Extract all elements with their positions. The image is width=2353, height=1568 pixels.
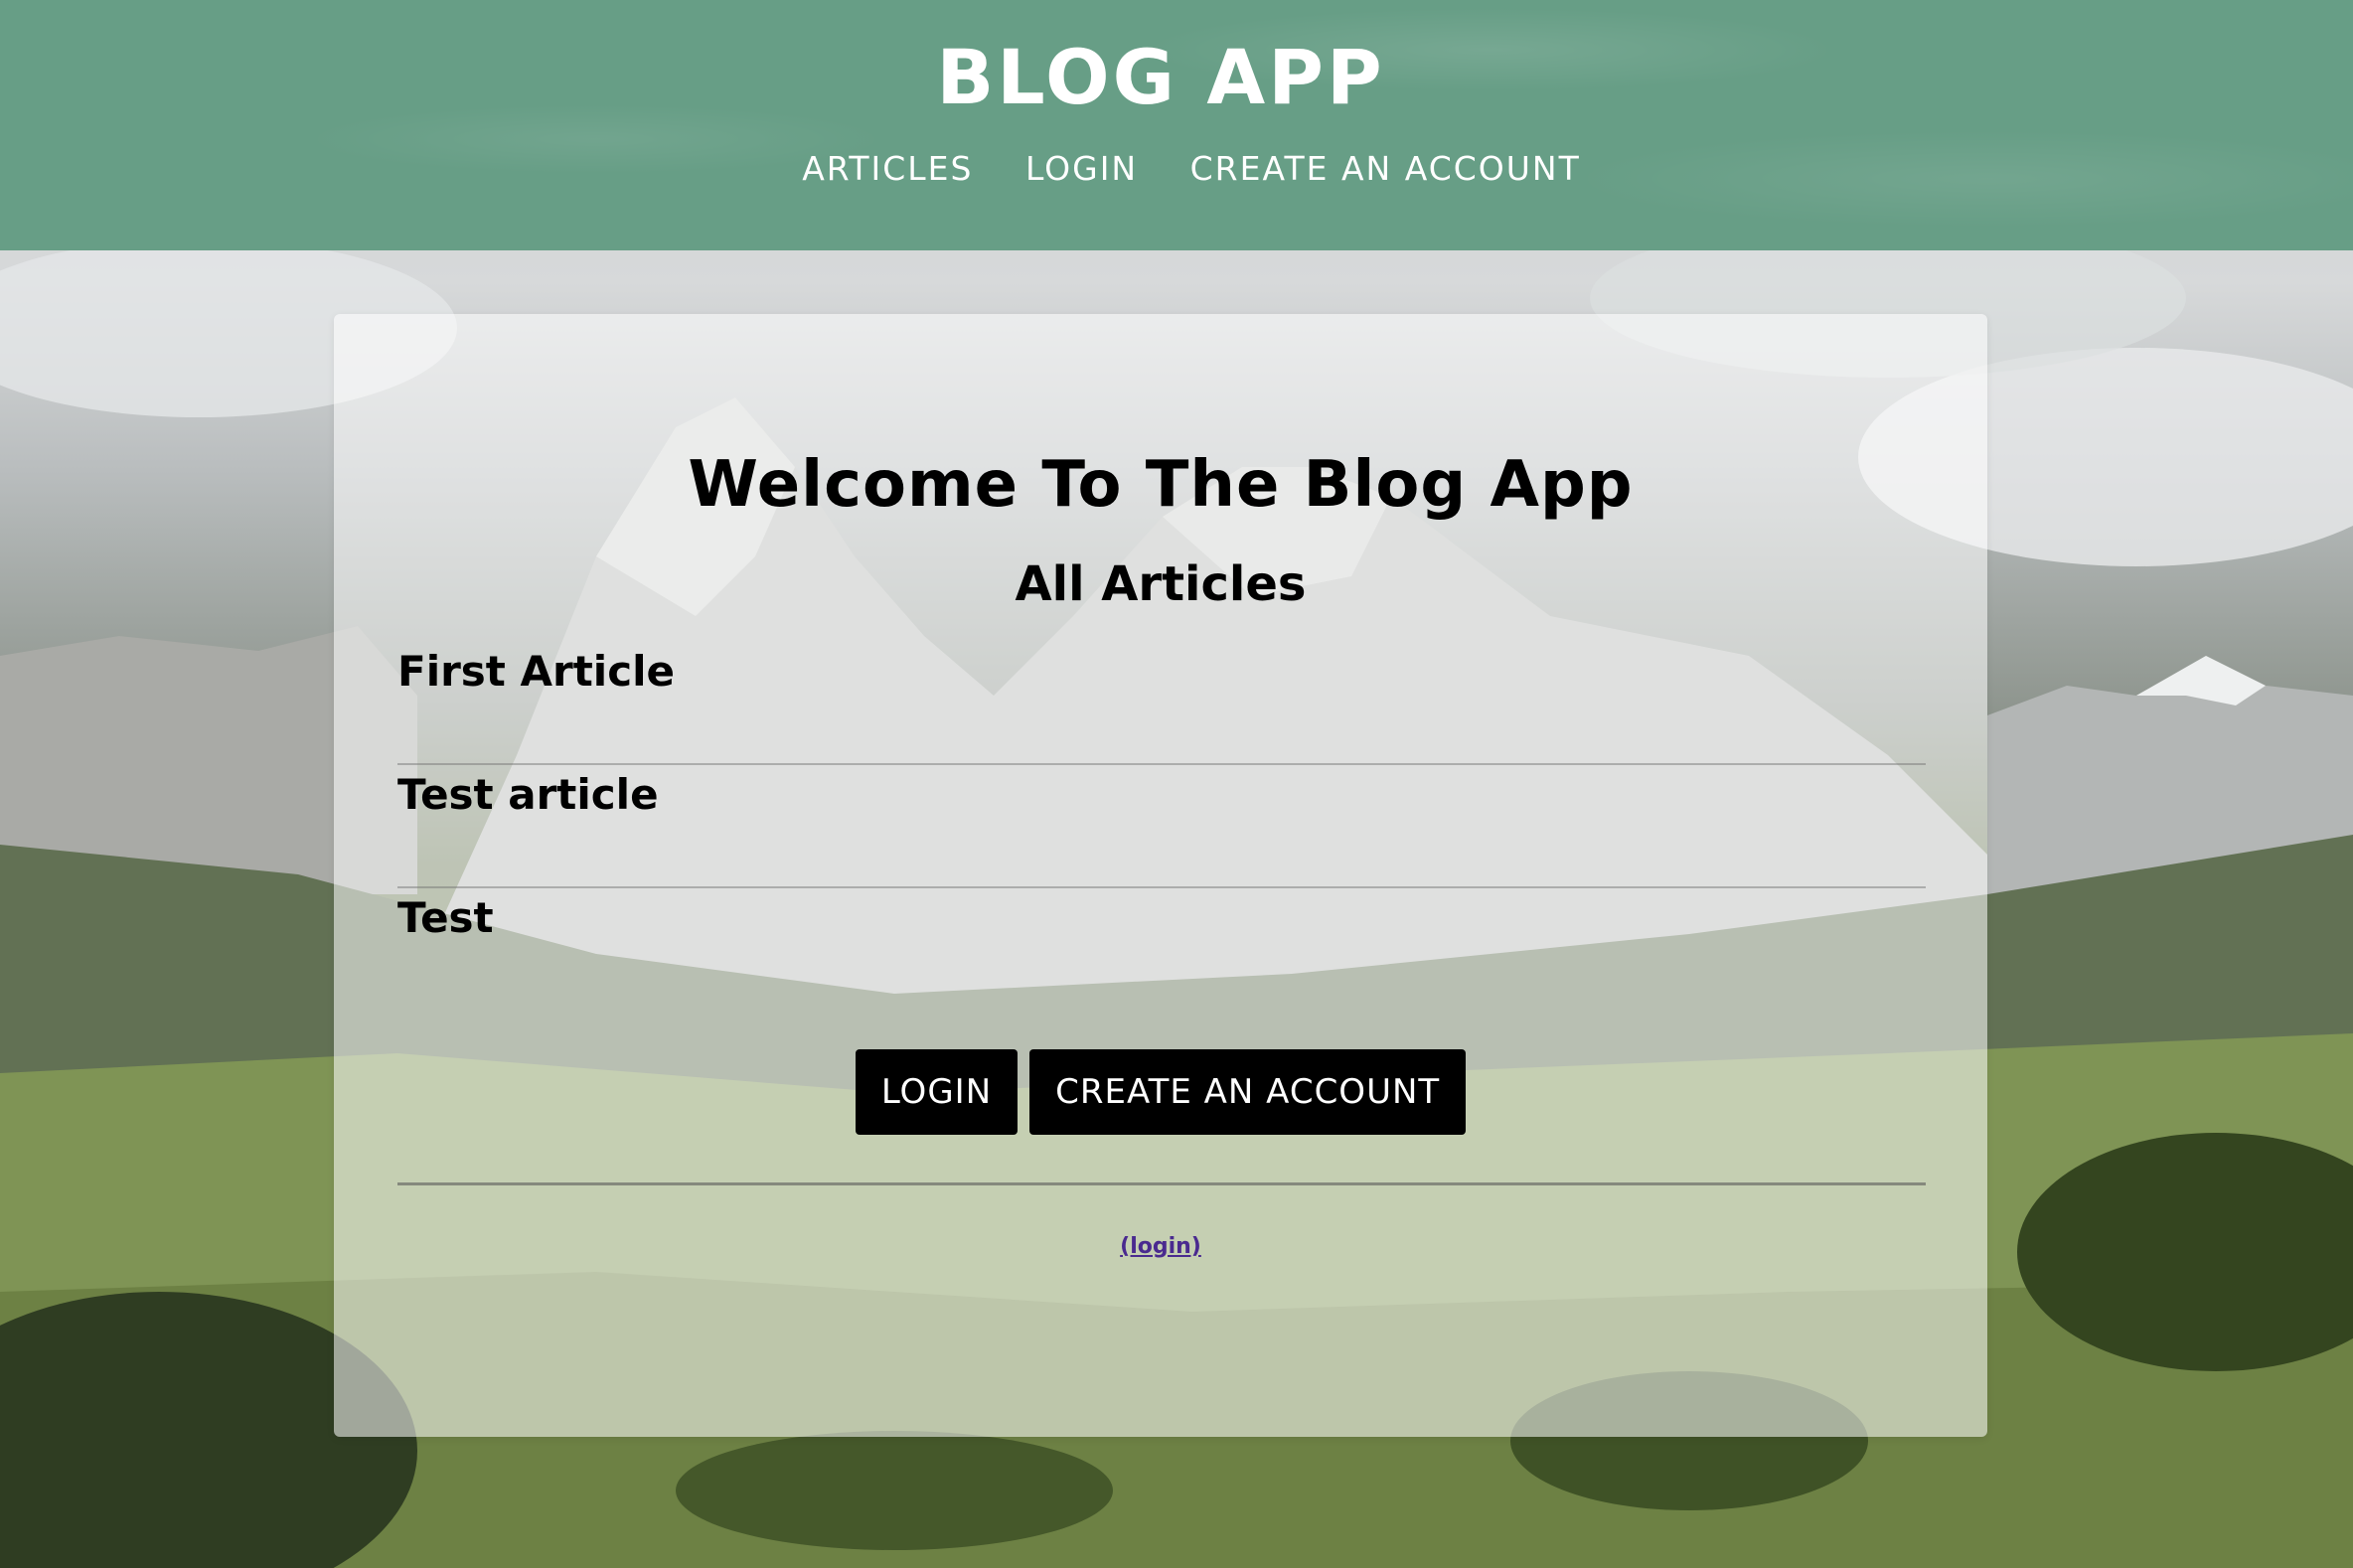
nav-link-login[interactable]: LOGIN — [1025, 149, 1138, 188]
main-nav: ARTICLES LOGIN CREATE AN ACCOUNT — [0, 145, 2353, 193]
article-link-first-article[interactable]: First Article — [397, 642, 1926, 702]
site-title[interactable]: BLOG APP — [0, 30, 2321, 125]
nav-link-articles[interactable]: ARTICLES — [802, 149, 973, 188]
create-account-button[interactable]: CREATE AN ACCOUNT — [1029, 1049, 1467, 1135]
list-item: Test — [397, 888, 1926, 1012]
main-card: Welcome To The Blog App All Articles Fir… — [334, 314, 1987, 1437]
articles-heading: All Articles — [1015, 556, 1307, 612]
article-link-test-article[interactable]: Test article — [397, 765, 1926, 825]
login-button[interactable]: LOGIN — [855, 1049, 1019, 1135]
article-list: First Article Test article Test — [397, 642, 1926, 1012]
welcome-title: Welcome To The Blog App — [688, 448, 1634, 522]
footer-login-link[interactable]: (login) — [1120, 1234, 1201, 1259]
list-item: First Article — [397, 642, 1926, 765]
action-buttons: LOGIN CREATE AN ACCOUNT — [334, 1049, 1987, 1135]
footer-login-link-wrapper: (login) — [334, 1232, 1987, 1262]
article-link-test[interactable]: Test — [397, 888, 1926, 948]
nav-link-create-account[interactable]: CREATE AN ACCOUNT — [1190, 149, 1581, 188]
divider — [397, 1182, 1926, 1185]
list-item: Test article — [397, 765, 1926, 888]
site-header: BLOG APP ARTICLES LOGIN CREATE AN ACCOUN… — [0, 0, 2353, 250]
